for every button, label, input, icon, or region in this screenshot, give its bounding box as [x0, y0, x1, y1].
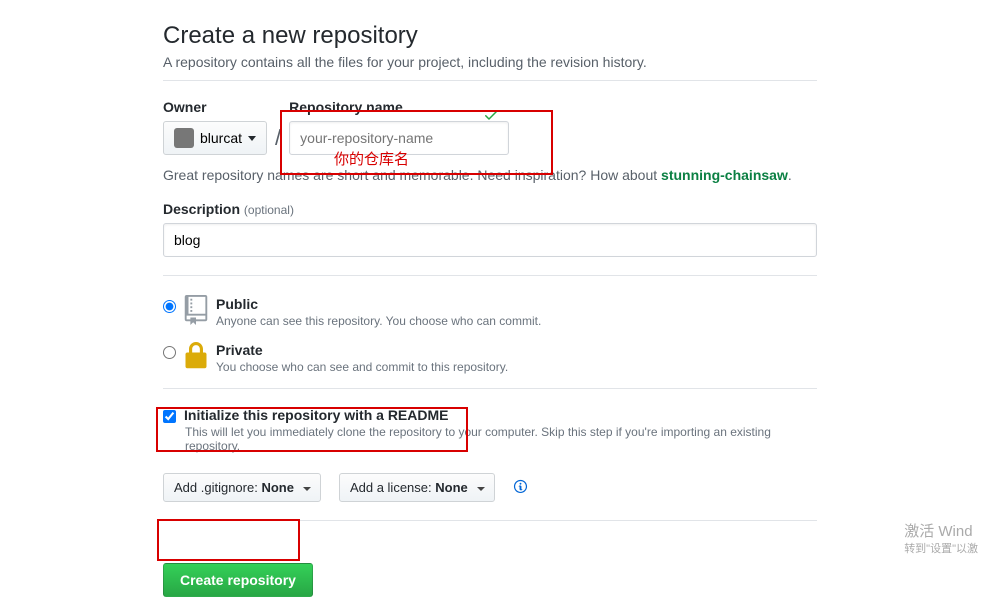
repo-icon	[184, 296, 208, 324]
caret-down-icon	[248, 136, 256, 141]
owner-avatar	[174, 128, 194, 148]
license-select[interactable]: Add a license: None	[339, 473, 495, 502]
repo-name-label: Repository name	[289, 99, 509, 115]
description-input[interactable]	[163, 223, 817, 257]
initialize-readme-subtitle: This will let you immediately clone the …	[185, 425, 820, 453]
suggestion-link[interactable]: stunning-chainsaw	[661, 167, 788, 183]
windows-activation-watermark: 激活 Wind 转到"设置"以激	[904, 522, 978, 556]
owner-name: blurcat	[200, 130, 242, 146]
check-icon	[483, 107, 499, 126]
visibility-public-option[interactable]: Public Anyone can see this repository. Y…	[163, 296, 820, 328]
description-label: Description (optional)	[163, 201, 294, 217]
create-repository-button[interactable]: Create repository	[163, 563, 313, 597]
public-title: Public	[216, 296, 258, 312]
divider	[163, 520, 817, 521]
divider	[163, 80, 817, 81]
page-subtitle: A repository contains all the files for …	[163, 54, 820, 70]
gitignore-select[interactable]: Add .gitignore: None	[163, 473, 321, 502]
lock-icon	[184, 342, 208, 370]
owner-select[interactable]: blurcat	[163, 121, 267, 155]
owner-label: Owner	[163, 99, 267, 115]
public-radio[interactable]	[163, 300, 176, 313]
public-subtitle: Anyone can see this repository. You choo…	[216, 314, 541, 328]
divider	[163, 275, 817, 276]
divider	[163, 388, 817, 389]
repo-name-input[interactable]	[289, 121, 509, 155]
repo-name-hint: Great repository names are short and mem…	[163, 167, 820, 183]
info-icon[interactable]	[513, 479, 528, 497]
initialize-readme-checkbox[interactable]	[163, 410, 176, 423]
initialize-readme-option[interactable]: Initialize this repository with a README	[163, 407, 820, 423]
owner-repo-separator: /	[275, 125, 281, 151]
private-radio[interactable]	[163, 346, 176, 359]
private-title: Private	[216, 342, 263, 358]
initialize-readme-label: Initialize this repository with a README	[184, 407, 448, 423]
page-title: Create a new repository	[163, 22, 820, 50]
visibility-private-option[interactable]: Private You choose who can see and commi…	[163, 342, 820, 374]
private-subtitle: You choose who can see and commit to thi…	[216, 360, 508, 374]
